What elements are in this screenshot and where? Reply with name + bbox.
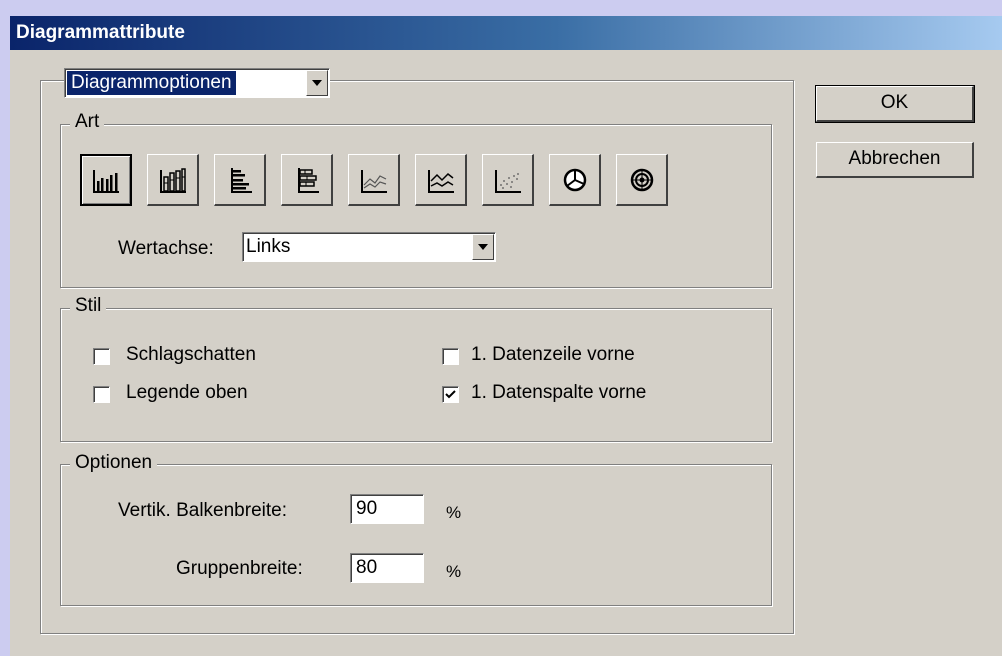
scatter-chart-icon (494, 169, 521, 193)
grouped-bar-chart-button[interactable] (214, 154, 266, 206)
grouped-column-chart-button[interactable] (80, 154, 132, 206)
stacked-bar-chart-icon (297, 167, 319, 193)
bar-width-value: 90 (356, 498, 378, 519)
drop-shadow-checkbox[interactable] (93, 348, 110, 365)
section-select-value: Diagrammoptionen (67, 71, 236, 95)
title-bar[interactable]: Diagrammattribute (10, 16, 1002, 50)
pie-chart-button[interactable] (549, 154, 601, 206)
value-axis-value: Links (246, 236, 291, 257)
optionen-legend: Optionen (70, 452, 158, 474)
group-width-input[interactable]: 80 (350, 553, 424, 583)
first-column-front-checkbox[interactable] (442, 386, 459, 403)
group-width-percent: % (446, 562, 462, 581)
first-column-front-label: 1. Datenspalte vorne (471, 382, 647, 403)
grouped-column-chart-icon (93, 170, 119, 193)
bar-width-percent: % (446, 503, 462, 522)
line-chart-button[interactable] (348, 154, 400, 206)
first-row-front-checkbox[interactable] (442, 348, 459, 365)
grouped-bar-chart-icon (230, 167, 252, 193)
section-select[interactable]: Diagrammoptionen (64, 68, 330, 98)
area-chart-button[interactable] (415, 154, 467, 206)
stacked-bar-chart-button[interactable] (281, 154, 333, 206)
drop-shadow-label: Schlagschatten (126, 344, 256, 365)
bar-width-input[interactable]: 90 (350, 494, 424, 524)
cancel-button[interactable]: Abbrechen (816, 142, 974, 178)
stacked-column-chart-button[interactable] (147, 154, 199, 206)
chevron-down-icon[interactable] (472, 234, 494, 260)
value-axis-select[interactable]: Links (242, 232, 496, 262)
area-chart-icon (427, 169, 454, 193)
window-title: Diagrammattribute (16, 22, 185, 43)
first-row-front-label: 1. Datenzeile vorne (471, 344, 635, 365)
bar-width-label: Vertik. Balkenbreite: (118, 500, 287, 521)
value-axis-label: Wertachse: (118, 238, 214, 259)
art-legend: Art (70, 111, 105, 133)
ok-button[interactable]: OK (815, 85, 975, 123)
group-width-value: 80 (356, 557, 378, 578)
chevron-down-icon[interactable] (306, 70, 328, 96)
legend-top-label: Legende oben (126, 382, 248, 403)
radar-chart-icon (630, 168, 653, 191)
group-width-label: Gruppenbreite: (176, 558, 303, 579)
chart-type-buttons (80, 154, 680, 206)
stacked-column-chart-icon (159, 167, 186, 193)
dialog-window: Diagrammattribute Diagrammoptionen Art W… (10, 16, 1002, 656)
scatter-chart-button[interactable] (482, 154, 534, 206)
pie-chart-icon (563, 168, 586, 191)
stil-legend: Stil (70, 295, 107, 317)
stil-group (60, 308, 772, 442)
legend-top-checkbox[interactable] (93, 386, 110, 403)
optionen-group (60, 464, 772, 606)
radar-chart-button[interactable] (616, 154, 668, 206)
checkmark-icon (445, 390, 456, 399)
line-chart-icon (360, 169, 387, 193)
art-group (60, 124, 772, 288)
